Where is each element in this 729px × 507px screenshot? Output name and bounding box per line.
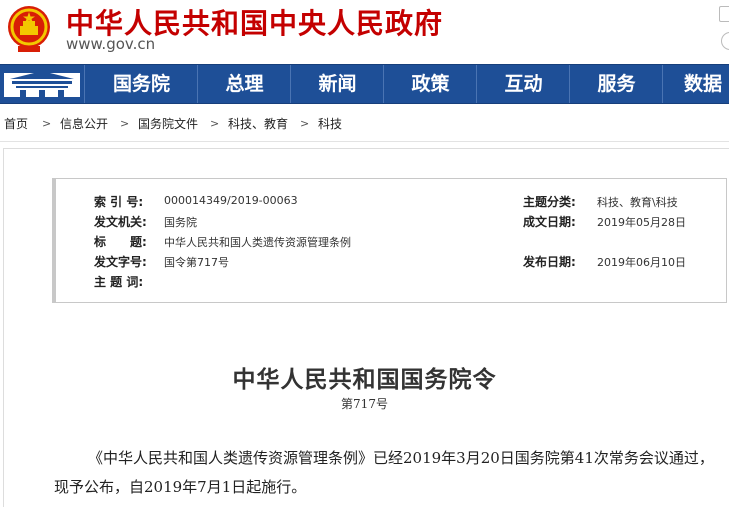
chevron-right-icon: >	[210, 117, 220, 130]
breadcrumb-council-docs[interactable]: 国务院文件	[138, 107, 198, 141]
keywords-label: 主 题 词:	[94, 275, 144, 289]
chevron-right-icon: >	[300, 117, 310, 130]
site-url[interactable]: www.gov.cn	[66, 35, 155, 53]
nav-item-service[interactable]: 服务	[569, 65, 663, 103]
accessibility-icon[interactable]	[719, 6, 729, 22]
published-date-value: 2019年06月10日	[597, 256, 686, 269]
index-value: 000014349/2019-00063	[164, 194, 298, 207]
main-nav: 国务院 总理 新闻 政策 互动 服务 数据	[0, 64, 729, 104]
document-metadata: 索 引 号: 000014349/2019-00063 主题分类: 科技、教育\…	[52, 178, 727, 303]
nav-item-interaction[interactable]: 互动	[476, 65, 570, 103]
national-emblem-icon[interactable]	[6, 4, 52, 54]
written-date-label: 成文日期:	[523, 215, 576, 229]
home-gate-icon[interactable]	[0, 65, 84, 103]
written-date-value: 2019年05月28日	[597, 216, 686, 229]
topic-value: 科技、教育\科技	[597, 196, 678, 209]
breadcrumb-sci[interactable]: 科技	[318, 107, 342, 141]
nav-item-data[interactable]: 数据	[662, 65, 729, 103]
chevron-right-icon: >	[120, 117, 130, 130]
issuer-label: 发文机关:	[94, 215, 147, 229]
nav-item-policy[interactable]: 政策	[383, 65, 477, 103]
nav-item-news[interactable]: 新闻	[290, 65, 384, 103]
nav-item-state-council[interactable]: 国务院	[84, 65, 198, 103]
issuer-value: 国务院	[164, 216, 197, 229]
document-title: 中华人民共和国国务院令	[232, 366, 497, 393]
search-icon[interactable]	[721, 32, 729, 50]
document-body: 《中华人民共和国人类遗传资源管理条例》已经2019年3月20日国务院第41次常务…	[54, 449, 714, 496]
doc-number-value: 国令第717号	[164, 256, 229, 269]
chevron-right-icon: >	[42, 117, 52, 130]
nav-item-premier[interactable]: 总理	[197, 65, 291, 103]
title-value: 中华人民共和国人类遗传资源管理条例	[164, 236, 351, 249]
breadcrumb-info-disclosure[interactable]: 信息公开	[60, 107, 108, 141]
title-label: 标 题:	[94, 235, 147, 249]
breadcrumb: 首页 > 信息公开 > 国务院文件 > 科技、教育 > 科技	[0, 107, 729, 142]
index-label: 索 引 号:	[94, 195, 144, 209]
topic-label: 主题分类:	[523, 195, 576, 209]
published-date-label: 发布日期:	[523, 255, 576, 269]
breadcrumb-sci-edu[interactable]: 科技、教育	[228, 107, 288, 141]
breadcrumb-home[interactable]: 首页	[4, 107, 28, 141]
document-number: 第717号	[341, 397, 388, 411]
site-header: 中华人民共和国中央人民政府 www.gov.cn	[0, 0, 729, 62]
doc-number-label: 发文字号:	[94, 255, 147, 269]
